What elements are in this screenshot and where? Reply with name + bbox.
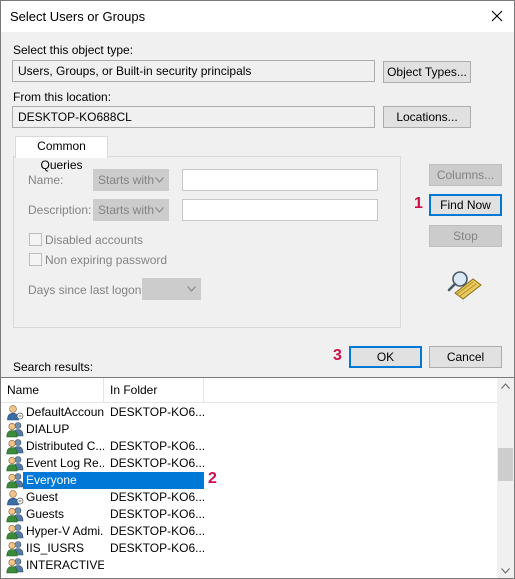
- row-name: Hyper-V Admi...: [26, 524, 104, 538]
- locations-button[interactable]: Locations...: [383, 106, 471, 128]
- marker-3: 3: [333, 347, 342, 364]
- name-input[interactable]: [182, 169, 378, 191]
- table-row[interactable]: Distributed C... DESKTOP-KO6...: [1, 438, 497, 455]
- chevron-down-icon: [155, 177, 164, 183]
- select-users-dialog: Select Users or Groups Select this objec…: [0, 0, 515, 579]
- disabled-accounts-checkbox[interactable]: [29, 233, 42, 246]
- user-icon: [6, 489, 24, 506]
- marker-2: 2: [208, 470, 217, 487]
- row-folder: DESKTOP-KO6...: [110, 456, 204, 470]
- description-mode-value: Starts with: [98, 203, 155, 217]
- row-folder: DESKTOP-KO6...: [110, 507, 204, 521]
- search-magnifier-icon: [447, 269, 483, 301]
- ok-button[interactable]: OK: [349, 346, 422, 368]
- description-mode-select[interactable]: Starts with: [93, 199, 169, 221]
- name-mode-value: Starts with: [98, 173, 155, 187]
- description-input[interactable]: [182, 199, 378, 221]
- row-name: IIS_IUSRS: [26, 541, 85, 555]
- object-type-field: Users, Groups, or Built-in security prin…: [12, 60, 375, 82]
- row-name: INTERACTIVE: [26, 558, 104, 572]
- days-since-logon-select[interactable]: [142, 278, 201, 300]
- table-row[interactable]: Guest DESKTOP-KO6...: [1, 489, 497, 506]
- common-queries-panel: Name: Starts with Description: Starts wi…: [13, 156, 401, 328]
- table-row[interactable]: DefaultAccount DESKTOP-KO6...: [1, 404, 497, 421]
- user-icon: [6, 404, 24, 421]
- group-icon: [6, 455, 24, 472]
- row-name: DefaultAccount: [26, 405, 104, 419]
- row-folder: DESKTOP-KO6...: [110, 405, 204, 419]
- search-results-list[interactable]: Name In Folder DefaultAccount DESKTOP-KO6…: [1, 377, 514, 578]
- description-label: Description:: [28, 203, 92, 217]
- location-label: From this location:: [13, 90, 112, 104]
- location-field: DESKTOP-KO688CL: [12, 106, 375, 128]
- object-types-button[interactable]: Object Types...: [383, 61, 471, 83]
- non-expiring-password-label: Non expiring password: [45, 253, 168, 267]
- table-row[interactable]: Everyone: [1, 472, 497, 489]
- table-row[interactable]: Hyper-V Admi... DESKTOP-KO6...: [1, 523, 497, 540]
- marker-1: 1: [414, 195, 423, 212]
- row-name: DIALUP: [26, 422, 70, 436]
- row-folder: DESKTOP-KO6...: [110, 541, 204, 555]
- object-type-label: Select this object type:: [13, 43, 134, 57]
- scroll-down-arrow-icon[interactable]: [501, 568, 510, 574]
- table-row[interactable]: DIALUP: [1, 421, 497, 438]
- row-name: Guest: [26, 490, 59, 504]
- row-name: Everyone: [26, 473, 77, 487]
- table-row[interactable]: Event Log Re... DESKTOP-KO6...: [1, 455, 497, 472]
- group-icon: [6, 472, 24, 489]
- table-row[interactable]: IIS_IUSRS DESKTOP-KO6...: [1, 540, 497, 557]
- chevron-down-icon: [187, 286, 196, 292]
- cancel-button[interactable]: Cancel: [429, 346, 502, 368]
- title-bar: Select Users or Groups: [1, 1, 514, 32]
- group-icon: [6, 523, 24, 540]
- row-folder: DESKTOP-KO6...: [110, 439, 204, 453]
- group-icon: [6, 506, 24, 523]
- group-icon: [6, 540, 24, 557]
- columns-button[interactable]: Columns...: [429, 164, 502, 186]
- group-icon: [6, 438, 24, 455]
- scrollbar-thumb[interactable]: [498, 448, 513, 481]
- disabled-accounts-label: Disabled accounts: [45, 233, 144, 247]
- results-scrollbar[interactable]: [497, 378, 514, 578]
- results-header: Name In Folder: [1, 378, 497, 403]
- row-name: Guests: [26, 507, 65, 521]
- column-header-in-folder[interactable]: In Folder: [104, 378, 204, 403]
- row-name: Distributed C...: [26, 439, 104, 453]
- group-icon: [6, 557, 24, 574]
- row-folder: DESKTOP-KO6...: [110, 524, 204, 538]
- table-row[interactable]: Guests DESKTOP-KO6...: [1, 506, 497, 523]
- group-icon: [6, 421, 24, 438]
- row-folder: DESKTOP-KO6...: [110, 490, 204, 504]
- scroll-up-arrow-icon[interactable]: [501, 383, 510, 389]
- name-mode-select[interactable]: Starts with: [93, 169, 169, 191]
- search-results-label: Search results:: [13, 360, 94, 374]
- window-title: Select Users or Groups: [10, 9, 146, 24]
- table-row[interactable]: INTERACTIVE: [1, 557, 497, 574]
- chevron-down-icon: [155, 207, 164, 213]
- column-header-name[interactable]: Name: [1, 378, 104, 403]
- name-label: Name:: [28, 173, 64, 187]
- days-since-logon-label: Days since last logon:: [28, 283, 145, 297]
- close-icon[interactable]: [486, 5, 508, 27]
- non-expiring-password-checkbox[interactable]: [29, 253, 42, 266]
- find-now-button[interactable]: Find Now: [429, 194, 502, 216]
- stop-button[interactable]: Stop: [429, 225, 502, 247]
- tab-common-queries[interactable]: Common Queries: [15, 136, 108, 172]
- row-name: Event Log Re...: [26, 456, 104, 470]
